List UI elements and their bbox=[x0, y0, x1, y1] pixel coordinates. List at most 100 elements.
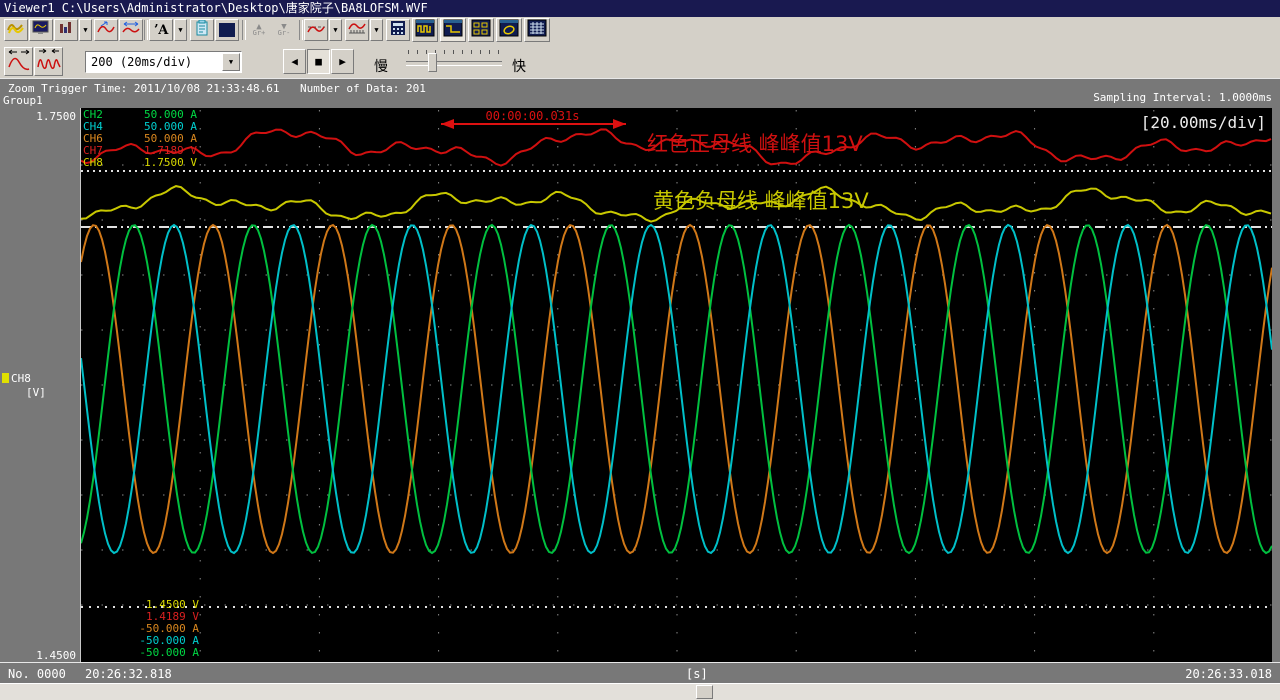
stop-icon: ■ bbox=[315, 55, 322, 68]
window-end-time: 20:26:33.018 bbox=[1185, 667, 1272, 681]
monitor-display-button[interactable] bbox=[29, 19, 53, 41]
calculator-icon bbox=[390, 20, 406, 40]
chevron-down-icon[interactable]: ▼ bbox=[222, 53, 240, 71]
speed-slider-thumb[interactable] bbox=[428, 53, 437, 72]
viewer-window: Viewer1 C:\Users\Administrator\Desktop\唐… bbox=[0, 0, 1280, 700]
group-minus-button: ▼ Gr- bbox=[272, 19, 296, 41]
fast-label: 快 bbox=[512, 56, 526, 76]
list-display-button[interactable] bbox=[524, 18, 550, 42]
sampling-interval: Sampling Interval: 1.0000ms bbox=[1093, 91, 1272, 104]
chevron-down-icon: ▼ bbox=[178, 26, 182, 34]
channel-color-swatch bbox=[2, 373, 9, 383]
h-scrollbar-thumb[interactable] bbox=[696, 685, 713, 699]
number-of-data: Number of Data: 201 bbox=[300, 82, 426, 95]
wave-axis-dropdown[interactable]: ▼ bbox=[370, 19, 383, 41]
zoom-window-icon bbox=[443, 19, 463, 41]
xy-ellipse-icon bbox=[499, 19, 519, 41]
text-tool-icon: ʼA bbox=[154, 23, 169, 38]
wave-baseline-button[interactable] bbox=[304, 19, 328, 41]
toolbar-separator bbox=[242, 20, 246, 40]
stop-button[interactable]: ■ bbox=[307, 49, 330, 74]
time-per-div-label: [20.00ms/div] bbox=[1141, 113, 1266, 132]
bar-display-dropdown[interactable]: ▼ bbox=[79, 19, 92, 41]
active-channel[interactable]: CH8 bbox=[2, 372, 31, 385]
ty-waveform-icon bbox=[415, 19, 435, 41]
annotation-text-dropdown[interactable]: ▼ bbox=[174, 19, 187, 41]
wave-axis-icon bbox=[348, 20, 366, 40]
toolbar-separator bbox=[144, 20, 148, 40]
wave-baseline-dropdown[interactable]: ▼ bbox=[329, 19, 342, 41]
annotation-text-button[interactable]: ʼA bbox=[149, 19, 173, 41]
zoom-toolbar: 200 (20ms/div) ▼ ◀ ■ ▶ 慢 快 bbox=[0, 44, 1280, 78]
channel-min-value: -50.000 A bbox=[81, 647, 199, 659]
zoom-range-value: 200 (20ms/div) bbox=[91, 55, 192, 69]
y-axis-gutter: 1.7500 CH8 [V] 1.4500 bbox=[0, 108, 80, 662]
trace-CH4 bbox=[81, 225, 1272, 553]
info-band: Zoom Trigger Time: 2011/10/08 21:33:48.6… bbox=[0, 78, 1280, 108]
waveform-plot[interactable]: CH250.000 ACH450.000 ACH650.000 ACH71.71… bbox=[80, 108, 1272, 662]
wave-span-icon bbox=[122, 20, 140, 40]
color-swatch-button[interactable] bbox=[215, 19, 239, 41]
channel-label-CH8: CH81.7500 V bbox=[83, 157, 197, 169]
window-title: Viewer1 C:\Users\Administrator\Desktop\唐… bbox=[4, 1, 428, 15]
y-axis-max: 1.7500 bbox=[36, 110, 76, 123]
split-display-button[interactable] bbox=[468, 18, 494, 42]
clipboard-button[interactable] bbox=[190, 19, 214, 41]
plot-region: 1.7500 CH8 [V] 1.4500 CH250.000 ACH450.0… bbox=[0, 108, 1280, 662]
wave-baseline-icon bbox=[307, 20, 325, 40]
right-margin bbox=[1272, 108, 1280, 662]
zoom-wave-button[interactable] bbox=[94, 19, 118, 41]
main-toolbar: ▼ ʼA ▼ ▲ Gr+ ▼ Gr- ▼ bbox=[0, 17, 1280, 45]
bar-display-button[interactable] bbox=[54, 19, 78, 41]
time-cursor-label: 00:00:00.031s bbox=[439, 109, 626, 123]
bar-chart-icon bbox=[58, 20, 74, 40]
monitor-icon bbox=[32, 20, 50, 40]
axis-unit: [V] bbox=[26, 386, 46, 399]
chevron-down-icon: ▼ bbox=[374, 26, 378, 34]
group-plus-button: ▲ Gr+ bbox=[247, 19, 271, 41]
prev-icon: ◀ bbox=[291, 55, 298, 68]
yellow-bus-annotation: 黄色负母线 峰峰值13V bbox=[653, 185, 869, 215]
zoom-range-select[interactable]: 200 (20ms/div) ▼ bbox=[85, 51, 242, 73]
zoom-display-button[interactable] bbox=[440, 18, 466, 42]
window-start-time: 20:26:32.818 bbox=[85, 667, 172, 681]
zoom-trigger-time: Zoom Trigger Time: 2011/10/08 21:33:48.6… bbox=[8, 82, 280, 95]
group-minus-label: Gr- bbox=[278, 30, 291, 36]
compress-wave-icon bbox=[37, 47, 61, 77]
ty-display-button[interactable] bbox=[412, 18, 438, 42]
time-status-bar: No. 0000 20:26:32.818 [s] 20:26:33.018 bbox=[0, 662, 1280, 683]
time-unit-label: [s] bbox=[686, 667, 708, 681]
clipboard-icon bbox=[195, 20, 209, 40]
compress-wave-button[interactable] bbox=[34, 47, 63, 76]
slow-label: 慢 bbox=[374, 56, 388, 76]
trace-CH2 bbox=[81, 225, 1272, 553]
trace-CH6 bbox=[81, 225, 1272, 553]
wave-span-button[interactable] bbox=[119, 19, 143, 41]
calculator-button[interactable] bbox=[386, 19, 410, 41]
y-axis-min: 1.4500 bbox=[36, 649, 76, 662]
chevron-down-icon: ▼ bbox=[83, 26, 87, 34]
h-scrollbar[interactable] bbox=[0, 683, 1280, 700]
split-panes-icon bbox=[471, 19, 491, 41]
step-forward-button[interactable]: ▶ bbox=[331, 49, 354, 74]
step-back-button[interactable]: ◀ bbox=[283, 49, 306, 74]
speed-slider-track[interactable] bbox=[406, 61, 502, 66]
expand-wave-icon bbox=[7, 47, 31, 77]
title-bar[interactable]: Viewer1 C:\Users\Administrator\Desktop\唐… bbox=[0, 0, 1280, 17]
color-swatch-icon bbox=[219, 23, 235, 37]
wave-axis-button[interactable] bbox=[345, 19, 369, 41]
toolbar-separator bbox=[299, 20, 303, 40]
chevron-down-icon: ▼ bbox=[333, 26, 337, 34]
waveform-display-button[interactable] bbox=[4, 19, 28, 41]
xy-display-button[interactable] bbox=[496, 18, 522, 42]
group-label: Group1 bbox=[3, 94, 43, 107]
red-bus-annotation: 红色正母线 峰峰值13V bbox=[647, 128, 863, 158]
double-wave-icon bbox=[7, 20, 25, 40]
table-grid-icon bbox=[527, 19, 547, 41]
wave-zoom-icon bbox=[97, 20, 115, 40]
next-icon: ▶ bbox=[339, 55, 346, 68]
group-plus-label: Gr+ bbox=[253, 30, 266, 36]
speed-slider-ticks bbox=[408, 50, 500, 55]
record-number: No. 0000 bbox=[8, 667, 66, 681]
expand-wave-button[interactable] bbox=[4, 47, 33, 76]
